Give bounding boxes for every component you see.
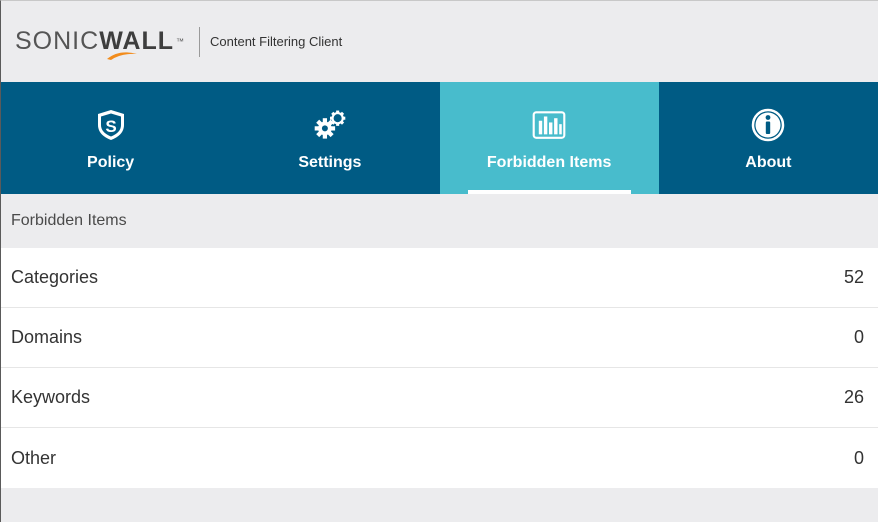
forbidden-items-list: Categories 52 Domains 0 Keywords 26 Othe… — [1, 248, 878, 488]
tab-settings[interactable]: Settings — [220, 82, 439, 194]
active-tab-indicator — [467, 190, 631, 194]
tab-policy[interactable]: S Policy — [1, 82, 220, 194]
item-label: Domains — [11, 327, 83, 347]
tab-about[interactable]: About — [659, 82, 878, 194]
tab-policy-label: Policy — [87, 154, 135, 171]
main-nav: S Policy Settings Forbidden Items About — [1, 82, 878, 194]
info-icon — [751, 108, 785, 142]
item-count: 26 — [843, 387, 864, 407]
bar-chart-icon — [532, 108, 566, 142]
footer-area — [1, 488, 878, 522]
item-count: 0 — [853, 327, 864, 347]
tab-forbidden-items[interactable]: Forbidden Items — [439, 82, 659, 194]
tab-about-label: About — [745, 154, 792, 171]
header-divider — [199, 26, 201, 57]
logo-text-bold: WALL — [99, 27, 174, 60]
item-count: 0 — [853, 447, 864, 468]
item-label: Categories — [11, 267, 99, 287]
item-label: Keywords — [11, 387, 91, 407]
app-name: Content Filtering Client — [210, 34, 343, 49]
app-header: SONIC WALL ™ Content Filtering Client — [1, 1, 878, 82]
list-item-keywords[interactable]: Keywords 26 — [1, 368, 878, 428]
shield-s-icon: S — [94, 108, 128, 142]
logo-trademark: ™ — [176, 37, 186, 46]
item-label: Other — [11, 447, 57, 468]
sonicwall-logo: SONIC WALL ™ — [15, 27, 186, 60]
logo-text-light: SONIC — [15, 27, 100, 55]
list-item-domains[interactable]: Domains 0 — [1, 308, 878, 368]
list-item-categories[interactable]: Categories 52 — [1, 248, 878, 308]
svg-text:S: S — [105, 117, 116, 136]
item-count: 52 — [843, 267, 864, 287]
gears-icon — [313, 108, 347, 142]
list-item-other[interactable]: Other 0 — [1, 428, 878, 488]
tab-settings-label: Settings — [298, 154, 362, 171]
tab-forbidden-items-label: Forbidden Items — [486, 154, 612, 171]
app-window: SONIC WALL ™ Content Filtering Client S … — [0, 0, 878, 522]
logo-swoosh-icon — [107, 52, 138, 60]
section-title: Forbidden Items — [1, 194, 878, 248]
